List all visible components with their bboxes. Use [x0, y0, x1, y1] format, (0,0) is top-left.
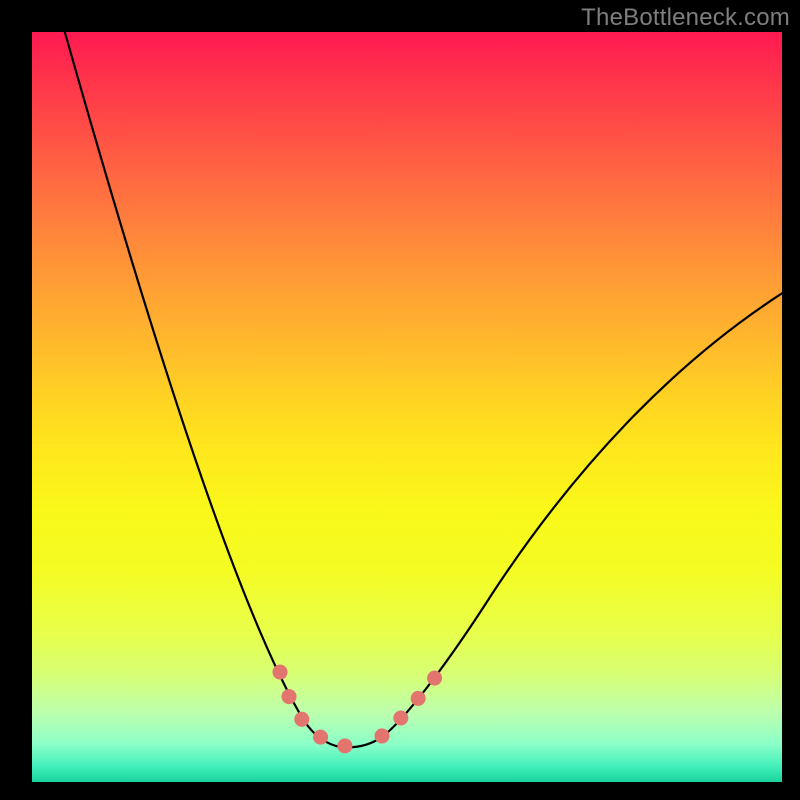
- watermark-text: TheBottleneck.com: [581, 4, 790, 32]
- v-curve: [62, 32, 782, 747]
- outer-frame: TheBottleneck.com: [0, 0, 800, 800]
- chart-svg: [32, 32, 782, 782]
- markers-left: [280, 672, 370, 747]
- plot-area: [32, 32, 782, 782]
